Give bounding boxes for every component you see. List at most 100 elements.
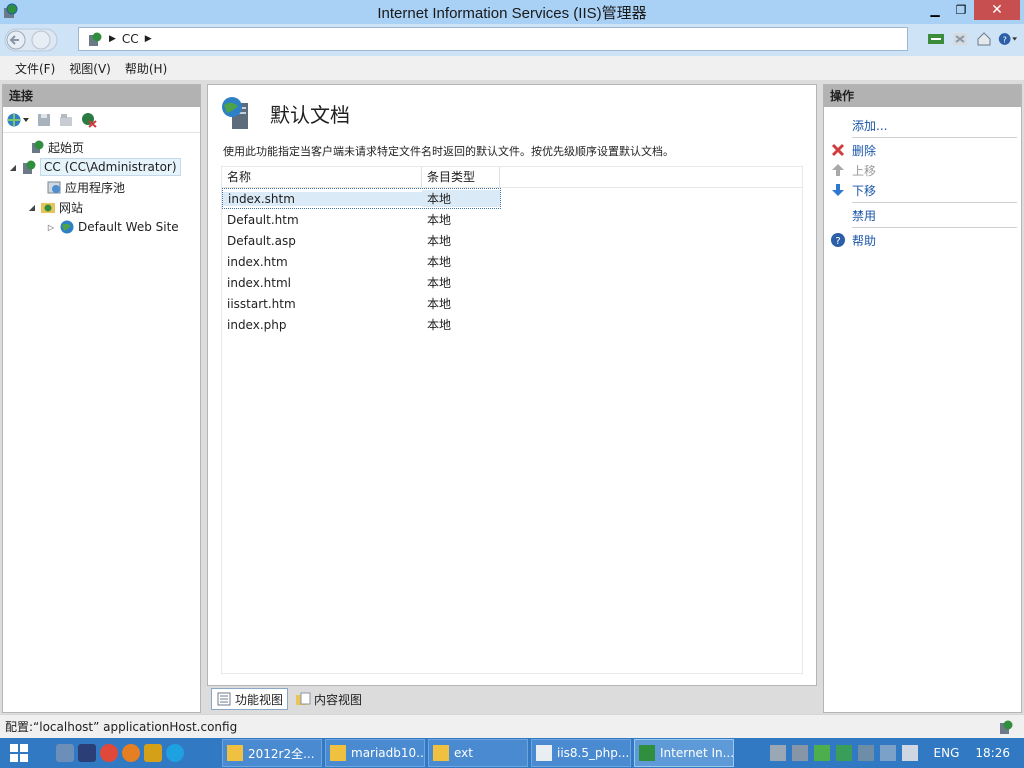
taskbar-item[interactable]: mariadb10... — [325, 739, 425, 767]
folder-icon — [433, 745, 449, 761]
collapse-toggle-icon[interactable]: ◢ — [27, 203, 37, 212]
powershell-icon[interactable] — [78, 744, 96, 762]
default-documents-list: 名称 条目类型 index.shtm 本地 Default.htm 本地 Def… — [221, 166, 803, 674]
content-view-icon — [296, 692, 311, 705]
breadcrumb-item[interactable]: CC — [122, 32, 139, 46]
chrome-icon[interactable] — [100, 744, 118, 762]
sites-folder-icon — [41, 203, 55, 213]
flag-icon[interactable] — [901, 745, 918, 761]
connect-icon[interactable] — [926, 29, 946, 49]
view-tabs: 功能视图 内容视图 — [211, 688, 366, 710]
breadcrumb-separator-icon[interactable]: ▶ — [145, 34, 152, 44]
globe-icon — [60, 220, 74, 234]
restore-button[interactable]: ❐ — [948, 0, 974, 20]
svg-text:?: ? — [1002, 34, 1006, 44]
server-manager-icon[interactable] — [56, 744, 74, 762]
server-icon — [23, 160, 36, 174]
server-status-icon — [1000, 720, 1013, 734]
help-icon[interactable]: ? — [998, 29, 1018, 49]
start-page-icon — [32, 140, 44, 153]
tree-node-server[interactable]: ◢ CC (CC\Administrator) — [3, 157, 200, 177]
actions-pane: 操作 添加... 删除 上移 下移 禁用 ? 帮助 — [823, 84, 1022, 713]
connections-header: 连接 — [3, 85, 200, 107]
back-forward-icon[interactable] — [4, 28, 58, 52]
folder-icon — [227, 745, 243, 761]
window-title: Internet Information Services (IIS)管理器 — [377, 5, 647, 22]
tab-content-view[interactable]: 内容视图 — [291, 688, 366, 710]
taskbar-item[interactable]: iis8.5_php... — [531, 739, 631, 767]
main-area: 连接 起始页 ◢ CC (CC\Administrator) 应用程序池 ◢ 网… — [0, 80, 1024, 714]
firefox-icon[interactable] — [122, 744, 140, 762]
start-button[interactable] — [0, 738, 38, 768]
disable-action[interactable]: 禁用 — [824, 205, 1021, 225]
server-icon — [89, 32, 102, 46]
disconnect-icon[interactable] — [80, 112, 98, 128]
menu-view[interactable]: 视图(V) — [69, 60, 111, 77]
list-item[interactable]: index.php 本地 — [222, 314, 802, 335]
move-up-action[interactable]: 上移 — [824, 160, 1021, 180]
input-language[interactable]: ENG — [934, 746, 960, 760]
system-tray: ENG 18:26 — [769, 738, 1024, 768]
clock[interactable]: 18:26 — [975, 746, 1010, 760]
tree-node-start-page[interactable]: 起始页 — [3, 137, 200, 157]
menu-file[interactable]: 文件(F) — [15, 60, 55, 77]
column-header-name[interactable]: 名称 — [222, 167, 422, 187]
expand-toggle-icon[interactable]: ▷ — [46, 223, 56, 232]
volume-icon[interactable] — [879, 745, 896, 761]
connections-pane: 连接 起始页 ◢ CC (CC\Administrator) 应用程序池 ◢ 网… — [2, 84, 201, 713]
actions-header: 操作 — [824, 85, 1021, 107]
tree-node-sites[interactable]: ◢ 网站 — [3, 197, 200, 217]
taskbar-item[interactable]: 2012r2全... — [222, 739, 322, 767]
title-bar: Internet Information Services (IIS)管理器 ▁… — [0, 0, 1024, 24]
feature-description: 使用此功能指定当客户端未请求特定文件名时返回的默认文件。按优先级顺序设置默认文档… — [223, 145, 674, 158]
delete-action[interactable]: 删除 — [824, 140, 1021, 160]
tree-node-app-pools[interactable]: 应用程序池 — [3, 177, 200, 197]
svg-text:?: ? — [835, 236, 840, 247]
divider — [852, 202, 1017, 203]
address-input[interactable]: ▶ CC ▶ — [78, 27, 908, 51]
close-button[interactable]: ✕ — [974, 0, 1020, 20]
tray-app-icon[interactable] — [835, 745, 852, 761]
connections-tree: 起始页 ◢ CC (CC\Administrator) 应用程序池 ◢ 网站 ▷… — [3, 133, 200, 237]
tab-features-view[interactable]: 功能视图 — [211, 688, 289, 710]
status-text: 配置:“localhost” applicationHost.config — [5, 720, 238, 734]
collapse-toggle-icon[interactable]: ◢ — [8, 163, 18, 172]
arrow-up-icon — [832, 164, 844, 176]
network-icon[interactable] — [857, 745, 874, 761]
internet-explorer-icon[interactable] — [166, 744, 184, 762]
app-shortcut-icon[interactable] — [144, 744, 162, 762]
list-item[interactable]: index.htm 本地 — [222, 251, 802, 272]
status-bar: 配置:“localhost” applicationHost.config — [0, 714, 1024, 738]
default-document-icon — [222, 97, 248, 129]
list-item[interactable]: Default.htm 本地 — [222, 209, 802, 230]
list-item[interactable]: index.html 本地 — [222, 272, 802, 293]
page-title: 默认文档 — [270, 103, 350, 127]
feature-pane: 默认文档 使用此功能指定当客户端未请求特定文件名时返回的默认文件。按优先级顺序设… — [207, 84, 817, 686]
new-connection-icon[interactable] — [6, 112, 30, 128]
arrow-down-icon — [832, 184, 844, 196]
windows-logo-icon — [10, 744, 28, 762]
minimize-button[interactable]: ▁ — [922, 0, 948, 20]
save-icon[interactable] — [36, 112, 52, 128]
help-action[interactable]: ? 帮助 — [824, 230, 1021, 250]
taskbar-item[interactable]: Internet In... — [634, 739, 734, 767]
stop-icon[interactable] — [950, 29, 970, 49]
add-action[interactable]: 添加... — [824, 115, 1021, 135]
tray-app-icon[interactable] — [769, 745, 786, 761]
taskbar-item[interactable]: ext — [428, 739, 528, 767]
divider — [852, 137, 1017, 138]
tray-app-icon[interactable] — [791, 745, 808, 761]
menu-help[interactable]: 帮助(H) — [125, 60, 167, 77]
list-item[interactable]: index.shtm 本地 — [222, 188, 501, 209]
list-item[interactable]: iisstart.htm 本地 — [222, 293, 802, 314]
column-header-entry-type[interactable]: 条目类型 — [422, 167, 500, 187]
help-icon: ? — [831, 233, 845, 247]
home-icon[interactable] — [974, 29, 994, 49]
up-level-icon[interactable] — [58, 112, 74, 128]
move-down-action[interactable]: 下移 — [824, 180, 1021, 200]
menu-bar: 文件(F) 视图(V) 帮助(H) — [0, 56, 1024, 80]
app-pool-icon — [47, 181, 61, 194]
tray-app-icon[interactable] — [813, 745, 830, 761]
list-item[interactable]: Default.asp 本地 — [222, 230, 802, 251]
tree-node-default-web-site[interactable]: ▷ Default Web Site — [3, 217, 200, 237]
